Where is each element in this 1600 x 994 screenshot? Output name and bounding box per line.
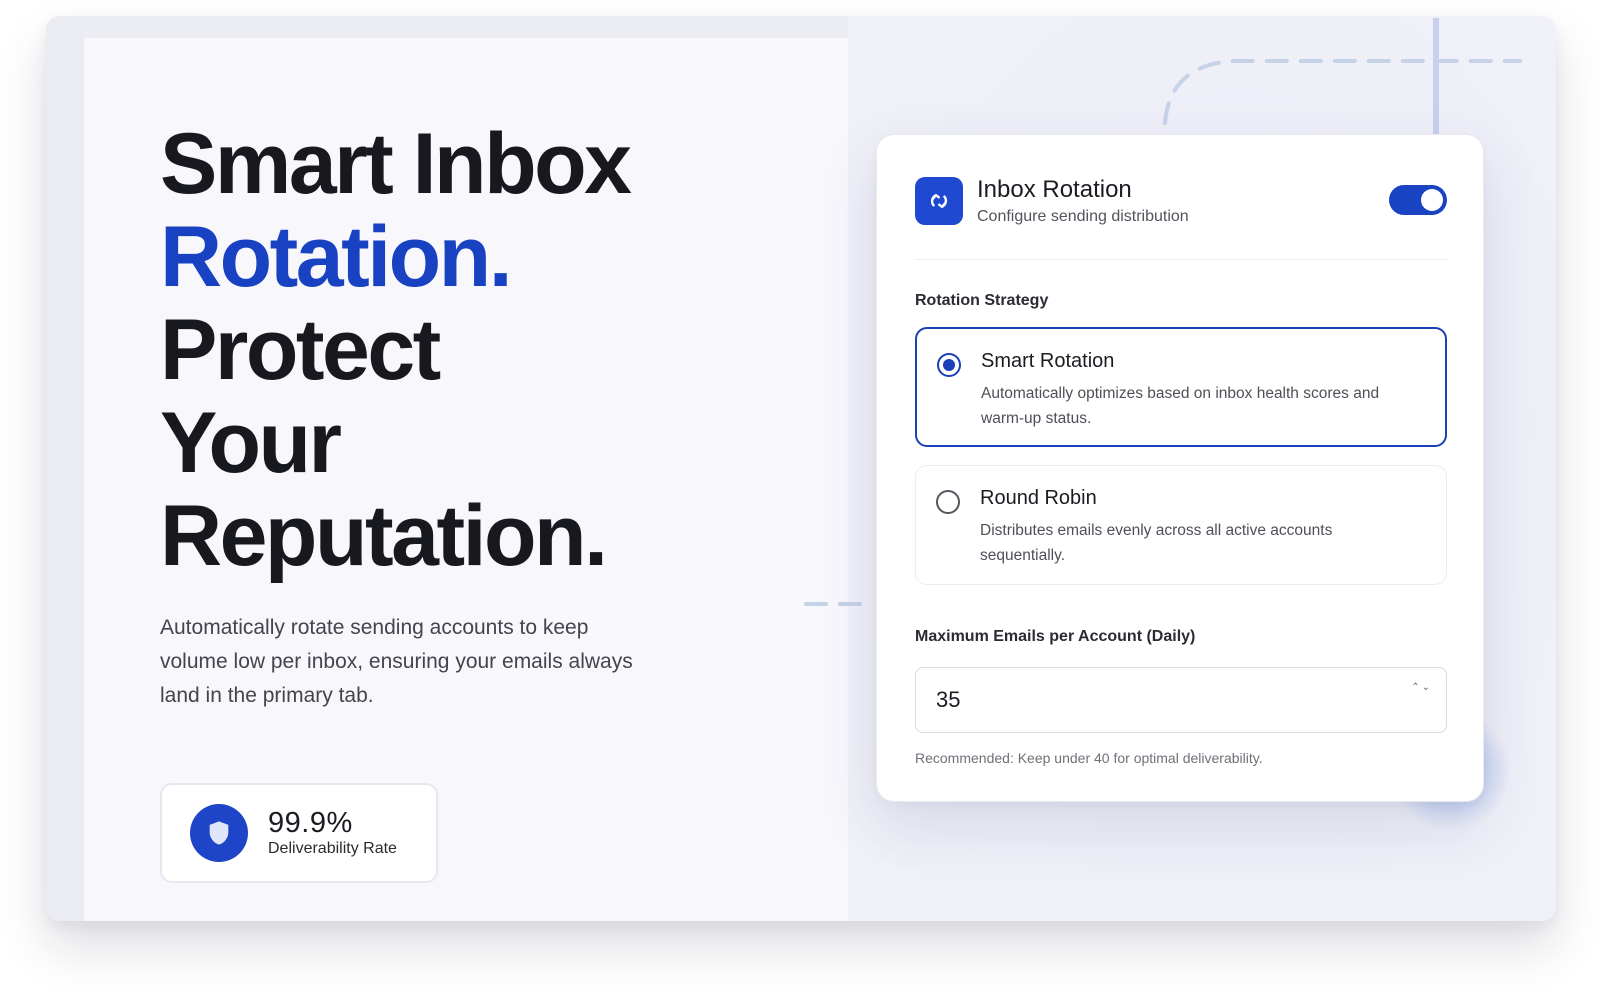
option-description: Automatically optimizes based on inbox h… (981, 385, 1380, 427)
settings-card: Inbox Rotation Configure sending distrib… (876, 134, 1484, 802)
card-subtitle: Configure sending distribution (977, 208, 1189, 225)
shield-icon (209, 821, 229, 845)
headline: Smart Inbox Rotation. Protect Your Reput… (160, 116, 632, 584)
option-title: Round Robin (980, 487, 1097, 509)
headline-line-2-accent: Rotation. (160, 209, 513, 305)
card-title: Inbox Rotation (977, 176, 1132, 203)
rotation-enabled-toggle[interactable] (1389, 185, 1447, 215)
option-smart-rotation[interactable]: Smart Rotation Automatically optimizes b… (915, 327, 1447, 447)
hero-description: Automatically rotate sending accounts to… (160, 616, 633, 707)
rotation-strategy-label: Rotation Strategy (915, 292, 1049, 309)
max-emails-value: 35 (936, 687, 961, 712)
headline-line-1: Smart Inbox (160, 116, 632, 212)
number-stepper-icon[interactable]: ⌃⌄ (1411, 682, 1432, 694)
max-emails-hint: Recommended: Keep under 40 for optimal d… (915, 750, 1263, 766)
headline-line-5: Reputation. (160, 488, 608, 584)
option-round-robin[interactable]: Round Robin Distributes emails evenly ac… (915, 465, 1447, 585)
stat-label: Deliverability Rate (268, 840, 397, 857)
option-description: Distributes emails evenly across all act… (980, 522, 1333, 564)
stat-value: 99.9% (268, 807, 353, 839)
stat-icon-badge (190, 804, 248, 862)
header-divider (915, 259, 1447, 260)
max-emails-label: Maximum Emails per Account (Daily) (915, 628, 1196, 645)
option-title: Smart Rotation (981, 350, 1115, 372)
app-icon-badge (915, 177, 963, 225)
radio-smart-rotation[interactable] (937, 353, 961, 377)
headline-line-3: Protect (160, 302, 441, 398)
rotate-icon (930, 193, 948, 209)
toggle-knob (1421, 189, 1443, 211)
radio-round-robin[interactable] (936, 490, 960, 514)
headline-line-4: Your (160, 395, 342, 491)
deliverability-stat-card: 99.9% Deliverability Rate (160, 783, 438, 883)
card-header: Inbox Rotation Configure sending distrib… (915, 176, 1447, 225)
stat-text: 99.9% Deliverability Rate (268, 807, 397, 859)
max-emails-input[interactable]: 35 ⌃⌄ (915, 667, 1447, 733)
